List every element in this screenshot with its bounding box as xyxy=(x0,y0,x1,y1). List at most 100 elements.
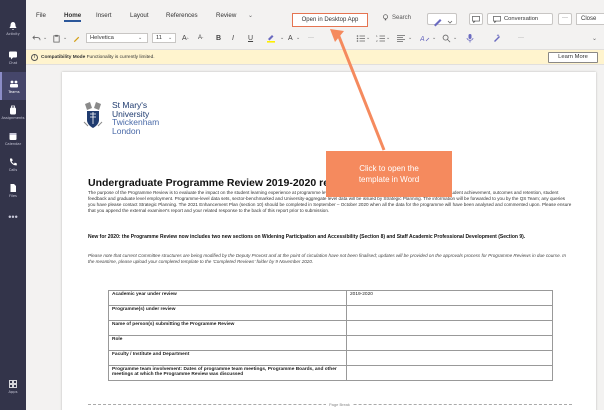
table-cell-value[interactable] xyxy=(346,350,553,366)
review-details-table: Academic year under review 2019-2020 Pro… xyxy=(108,290,553,381)
file-icon xyxy=(10,183,16,192)
collapse-ribbon-chevron-icon[interactable]: ⌄ xyxy=(592,32,597,44)
table-row: Programme(s) under review xyxy=(108,305,553,321)
backpack-icon xyxy=(10,105,16,114)
bullets-chevron-icon[interactable]: ⌄ xyxy=(366,32,370,44)
rail-item-apps[interactable]: Apps xyxy=(0,372,26,400)
rail-label-calendar: Calendar xyxy=(4,141,22,146)
rail-item-chat[interactable]: Chat xyxy=(0,43,26,71)
conversation-button[interactable]: Conversation xyxy=(487,13,553,25)
paste-dropdown-chevron-icon[interactable]: ⌄ xyxy=(63,32,67,44)
shrink-font-icon[interactable]: Aˇ xyxy=(198,32,203,44)
learn-more-button[interactable]: Learn More xyxy=(548,52,598,63)
tabs-overflow-chevron-icon[interactable]: ⌄ xyxy=(248,12,253,19)
table-cell-label: Faculty / Institute and Department xyxy=(108,350,347,366)
align-chevron-icon[interactable]: ⌄ xyxy=(408,32,412,44)
calendar-icon xyxy=(9,132,17,140)
align-icon[interactable] xyxy=(396,32,406,44)
table-row: Faculty / Institute and Department xyxy=(108,350,553,366)
format-painter-icon[interactable] xyxy=(72,32,81,44)
tab-review[interactable]: Review xyxy=(216,12,236,19)
rail-label-files: Files xyxy=(9,193,17,198)
tab-layout[interactable]: Layout xyxy=(130,12,149,19)
paste-icon[interactable] xyxy=(52,32,61,44)
rail-item-assignments[interactable]: Assignments xyxy=(0,98,26,126)
table-row: Role xyxy=(108,335,553,351)
editor-icon[interactable] xyxy=(492,32,502,44)
italic-button[interactable]: I xyxy=(232,32,234,44)
find-icon[interactable] xyxy=(442,32,451,44)
font-size-select[interactable]: 11 xyxy=(152,33,176,43)
rail-item-calendar[interactable]: Calendar xyxy=(0,124,26,152)
rail-item-calls[interactable]: Calls xyxy=(0,150,26,178)
document-canvas[interactable]: St Mary's University Twickenham London U… xyxy=(26,66,604,410)
toolbar-more-icon[interactable]: ··· xyxy=(518,32,524,44)
more-formatting-icon[interactable]: ··· xyxy=(308,32,314,44)
rail-item-activity[interactable]: Activity xyxy=(0,14,26,42)
formatting-toolbar: ⌄ ⌄ Helvetica ⌄ 11 ⌄ A ^ Aˇ B I U ⌄ A ⌄ ·… xyxy=(26,29,604,47)
table-cell-value[interactable] xyxy=(346,335,553,351)
page-break-label: Page Break xyxy=(326,402,353,407)
compat-title: Compatibility Mode xyxy=(41,55,86,60)
styles-icon[interactable]: A xyxy=(420,32,430,44)
teams-icon xyxy=(10,80,18,87)
rail-label-calls: Calls xyxy=(8,167,18,172)
numbering-chevron-icon[interactable]: ⌄ xyxy=(386,32,390,44)
table-cell-label: Name of person(s) submitting the Program… xyxy=(108,320,347,336)
undo-dropdown-chevron-icon[interactable]: ⌄ xyxy=(43,32,47,44)
word-online-app: File Home Insert Layout References Revie… xyxy=(26,0,604,410)
table-cell-value[interactable] xyxy=(346,305,553,321)
font-size-chevron-icon[interactable]: ⌄ xyxy=(168,32,172,44)
page-break-marker: Page Break xyxy=(88,402,572,407)
bold-button[interactable]: B xyxy=(216,32,221,44)
find-chevron-icon[interactable]: ⌄ xyxy=(453,32,457,44)
chat-icon xyxy=(9,51,17,59)
table-cell-value[interactable] xyxy=(346,320,553,336)
search-box[interactable]: Search xyxy=(382,14,411,21)
committee-note-paragraph: Please note that current Committee struc… xyxy=(88,253,567,264)
open-template-callout: Click to open the template in Word xyxy=(326,151,452,197)
lightbulb-icon xyxy=(383,14,388,21)
tab-insert[interactable]: Insert xyxy=(96,12,111,19)
rail-label-chat: Chat xyxy=(8,60,18,65)
close-button[interactable]: Close xyxy=(576,13,604,25)
rail-label-assignments: Assignments xyxy=(1,115,25,120)
numbering-icon[interactable]: 12 xyxy=(376,32,386,44)
font-name-chevron-icon[interactable]: ⌄ xyxy=(138,32,142,44)
conversation-icon xyxy=(493,15,501,23)
table-cell-value[interactable] xyxy=(346,365,553,381)
svg-text:1: 1 xyxy=(376,34,378,38)
open-in-desktop-app-button[interactable]: Open in Desktop App xyxy=(292,13,368,27)
undo-icon[interactable] xyxy=(32,32,41,44)
search-label: Search xyxy=(392,14,412,21)
pen-icon xyxy=(434,19,453,27)
tab-file[interactable]: File xyxy=(36,12,46,19)
rail-item-teams[interactable]: Teams xyxy=(0,72,26,100)
bell-icon xyxy=(9,21,17,30)
highlight-icon[interactable] xyxy=(266,32,278,44)
more-options-button[interactable]: ··· xyxy=(558,13,572,25)
bullets-icon[interactable] xyxy=(356,32,366,44)
logo-line-4: London xyxy=(112,125,141,136)
rail-label-apps: Apps xyxy=(8,389,18,394)
rail-item-files[interactable]: Files xyxy=(0,176,26,204)
table-cell-value[interactable]: 2019-2020 xyxy=(346,290,553,306)
font-color-chevron-icon[interactable]: ⌄ xyxy=(296,32,300,44)
table-cell-label-group: Programme team involvement: Dates of pro… xyxy=(108,365,347,381)
font-color-icon[interactable]: A xyxy=(288,32,293,44)
rail-more-icon[interactable]: ••• xyxy=(0,212,26,222)
grow-font-icon[interactable]: A ^ xyxy=(182,32,189,44)
new-for-2020-paragraph: New for 2020: the Programme Review now i… xyxy=(88,234,526,240)
comment-icon xyxy=(472,15,480,23)
callout-line-2: template in Word xyxy=(358,175,420,184)
tab-references[interactable]: References xyxy=(166,12,198,19)
dictate-icon[interactable] xyxy=(466,32,474,44)
styles-chevron-icon[interactable]: ⌄ xyxy=(432,32,436,44)
conversation-label: Conversation xyxy=(504,16,539,22)
comments-button[interactable] xyxy=(469,13,483,25)
editing-mode-button[interactable] xyxy=(427,13,457,27)
table-cell-label: Programme(s) under review xyxy=(108,305,347,321)
underline-button[interactable]: U xyxy=(248,32,253,44)
highlight-chevron-icon[interactable]: ⌄ xyxy=(280,32,284,44)
tab-home[interactable]: Home xyxy=(64,12,82,22)
